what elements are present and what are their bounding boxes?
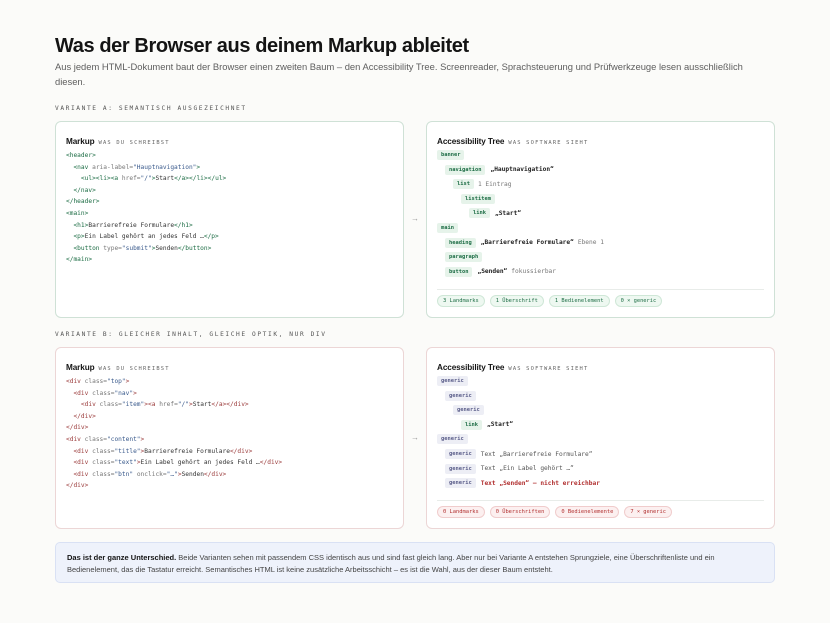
stat-chip: 3 Landmarks: [437, 295, 485, 307]
variant-a-markup-card: Markup was du schreibst <header> <nav ari…: [55, 121, 404, 318]
tree-card-title: Accessibility Tree: [437, 363, 505, 372]
markup-card-header: Markup was du schreibst: [66, 357, 170, 375]
node-detail: fokussierbar: [511, 268, 556, 276]
page-title: Was der Browser aus deinem Markup ableit…: [55, 35, 469, 57]
variant-b-markup-card: Markup was du schreibst <div class="top">…: [55, 347, 404, 529]
tree-node-generic: generic: [437, 376, 468, 386]
variant-b-code: <div class="top"> <div class="nav"> <div…: [66, 378, 283, 490]
stat-chip: 1 Überschrift: [489, 295, 544, 307]
role-badge: link: [469, 208, 490, 219]
tree-node-generic: generic: [437, 434, 468, 445]
tree-node-generic: generic Text „Senden“ – nicht erreichbar: [445, 478, 600, 489]
role-badge: link: [461, 419, 482, 430]
variant-a-tree-card: Accessibility Tree was Software sieht ban…: [426, 121, 775, 318]
node-text: Text „Senden“ – nicht erreichbar: [480, 479, 600, 487]
role-badge: generic: [453, 405, 484, 416]
page-lede: Aus jedem HTML-Dokument baut der Browser…: [55, 61, 743, 87]
markup-card-header: Markup was du schreibst: [66, 131, 170, 149]
tree-node-navigation: navigation „Hauptnavigation“: [445, 164, 554, 175]
stat-chip: 0 Landmarks: [437, 506, 485, 518]
role-badge: list: [453, 179, 474, 190]
variant-b-stats: 0 Landmarks 0 Überschriften 0 Bedienelemen…: [437, 506, 673, 518]
accessible-name: „Barrierefreie Formulare“: [480, 239, 574, 247]
stat-chip: 0 × generic: [614, 295, 663, 307]
accessible-name: „Start“: [494, 209, 522, 217]
tree-card-subtitle: was Software sieht: [508, 140, 589, 146]
stat-chip: 7 × generic: [624, 506, 673, 518]
tree-node-generic: generic: [445, 390, 476, 401]
role-badge: generic: [445, 390, 476, 401]
tree-node-list: list 1 Eintrag: [453, 179, 512, 190]
tree-node-banner: banner: [437, 150, 465, 160]
markup-card-title: Markup: [66, 137, 95, 146]
variant-b-tree-card: Accessibility Tree was Software sieht gen…: [426, 347, 775, 529]
tree-node-button: button „Senden“ fokussierbar: [445, 266, 556, 277]
stat-chip: 1 Bedienelement: [548, 295, 610, 307]
tree-node-generic: generic: [453, 405, 484, 416]
tree-card-title: Accessibility Tree: [437, 137, 505, 146]
role-badge: navigation: [445, 164, 486, 175]
summary-note-lead: Das ist der ganze Unterschied.: [67, 553, 177, 562]
accessible-name: „Start“: [486, 421, 514, 429]
accessible-name: „Senden“: [477, 268, 508, 276]
tree-node-paragraph: paragraph: [445, 252, 483, 263]
arrow-icon: →: [411, 433, 419, 442]
summary-note: Das ist der ganze Unterschied. Beide Var…: [55, 542, 775, 583]
tree-card-header: Accessibility Tree was Software sieht: [437, 357, 588, 375]
tree-node-link: link „Start“: [469, 208, 522, 219]
role-badge: listitem: [461, 193, 495, 204]
markup-card-subtitle: was du schreibst: [98, 140, 170, 146]
node-text: Text „Ein Label gehört …“: [480, 465, 574, 473]
node-detail: Ebene 1: [577, 239, 604, 247]
markup-card-subtitle: was du schreibst: [98, 366, 170, 372]
variant-b-label: Variante B: gleicher Inhalt, gleiche Opt…: [55, 331, 327, 338]
tree-node-main: main: [437, 223, 458, 233]
tree-node-heading: heading „Barrierefreie Formulare“ Ebene 1: [445, 237, 604, 248]
variant-a-stats: 3 Landmarks 1 Überschrift 1 Bedienelement 0…: [437, 295, 663, 307]
variant-b-row: Markup was du schreibst <div class="top">…: [55, 347, 775, 529]
role-badge: paragraph: [445, 252, 483, 263]
divider: [437, 289, 764, 290]
tree-card-subtitle: was Software sieht: [508, 366, 589, 372]
tree-card-header: Accessibility Tree was Software sieht: [437, 131, 588, 149]
role-badge: generic: [445, 449, 476, 459]
arrow-icon: →: [411, 214, 419, 223]
role-badge: heading: [445, 237, 476, 248]
page: Was der Browser aus deinem Markup ableit…: [55, 33, 775, 583]
stat-chip: 0 Überschriften: [489, 506, 551, 518]
tree-node-listitem: listitem: [461, 193, 495, 204]
tree-node-link: link „Start“: [461, 419, 514, 430]
tree-node-generic: generic Text „Ein Label gehört …“: [445, 463, 574, 474]
role-badge: generic: [437, 376, 468, 386]
tree-node-generic: generic Text „Barrierefreie Formulare“: [445, 449, 592, 459]
markup-card-title: Markup: [66, 363, 95, 372]
role-badge: generic: [445, 463, 476, 474]
variant-a-row: Markup was du schreibst <header> <nav ari…: [55, 121, 775, 318]
node-detail: 1 Eintrag: [477, 180, 512, 188]
stat-chip: 0 Bedienelemente: [555, 506, 620, 518]
accessible-name: „Hauptnavigation“: [490, 166, 554, 174]
divider: [437, 500, 764, 501]
role-badge: main: [437, 223, 458, 233]
variant-a-code: <header> <nav aria-label="Hauptnavigatio…: [66, 152, 227, 264]
role-badge: generic: [445, 478, 476, 489]
role-badge: button: [445, 266, 473, 277]
role-badge: banner: [437, 150, 465, 160]
variant-a-label: Variante A: semantisch ausgezeichnet: [55, 105, 247, 112]
node-text: Text „Barrierefreie Formulare“: [480, 450, 593, 458]
role-badge: generic: [437, 434, 468, 445]
